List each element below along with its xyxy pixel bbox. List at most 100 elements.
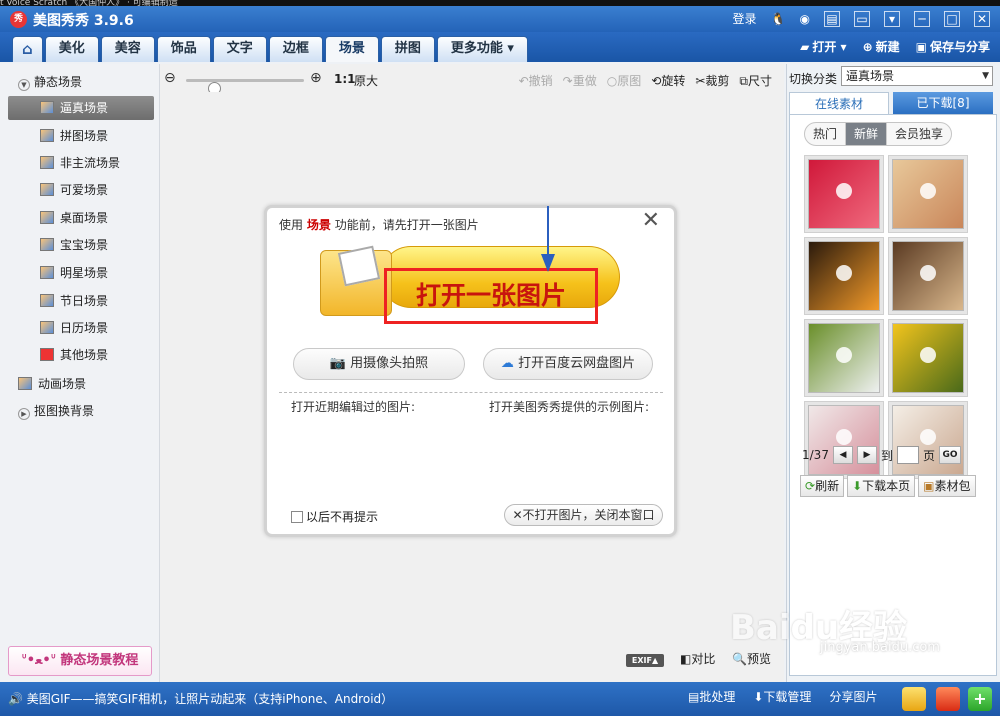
tab-home[interactable]: ⌂ <box>12 36 43 62</box>
share-image-button[interactable]: 分享图片 <box>829 688 877 705</box>
filter-hot[interactable]: 热门 <box>805 123 847 145</box>
recent-images-label: 打开近期编辑过的图片: <box>291 400 416 414</box>
skin-icon[interactable]: ▤ <box>824 10 840 27</box>
sidebar-item-alternative[interactable]: 非主流场景 <box>40 151 120 175</box>
ratio-button[interactable]: 1:1 <box>334 72 356 86</box>
refresh-button[interactable]: ⟳刷新 <box>800 475 845 497</box>
sidebar-item-realistic[interactable]: 逼真场景 <box>8 96 154 120</box>
x-icon: ✕ <box>512 508 523 522</box>
download-page-button[interactable]: ⬇下载本页 <box>847 475 916 497</box>
material-thumbnail[interactable] <box>804 319 884 397</box>
sidebar-group-cutout[interactable]: ▶ 抠图换背景 <box>18 399 94 423</box>
next-page-button[interactable]: ▶ <box>856 446 877 464</box>
tutorial-button[interactable]: ᐡ•ﻌ•ᐡ 静态场景教程 <box>8 646 152 676</box>
material-thumbnail[interactable] <box>888 319 968 397</box>
material-thumbnail[interactable] <box>888 401 968 479</box>
compare-button[interactable]: ◧对比 <box>680 650 715 667</box>
scene-icon <box>40 183 54 196</box>
save-icon: ▣ <box>915 40 927 54</box>
baidu-cloud-button[interactable]: ☁ 打开百度云网盘图片 <box>483 348 653 380</box>
tab-more[interactable]: 更多功能 ▾ <box>436 36 528 62</box>
open-button[interactable]: ▰ 打开 ▾ <box>800 38 846 55</box>
home-icon: ⌂ <box>22 40 33 58</box>
status-message[interactable]: 🔊 美图GIF——搞笑GIF相机，让照片动起来（支持iPhone、Android… <box>8 690 393 707</box>
tab-text[interactable]: 文字 <box>212 36 267 62</box>
sidebar-item-holiday[interactable]: 节日场景 <box>40 289 108 313</box>
panel-tabs: 在线素材 已下载[8] <box>789 92 997 114</box>
thumbnail-image <box>892 159 964 229</box>
material-thumbnail[interactable] <box>804 401 884 479</box>
zoom-slider[interactable] <box>186 79 304 95</box>
tab-collage[interactable]: 拼图 <box>380 36 435 62</box>
redo-button[interactable]: ↷重做 <box>563 72 597 89</box>
original-size-button[interactable]: 原大 <box>354 72 378 89</box>
category-select[interactable]: 逼真场景 ▼ <box>841 66 993 86</box>
close-button[interactable]: ✕ <box>974 10 990 27</box>
weibo-icon[interactable]: ◉ <box>800 12 810 26</box>
weibo-share-icon[interactable] <box>936 687 960 711</box>
filter-new[interactable]: 新鲜 <box>846 123 888 145</box>
close-dialog-button[interactable]: ✕不打开图片，关闭本窗口 <box>504 504 663 526</box>
crop-button[interactable]: ✂裁剪 <box>695 72 729 89</box>
sidebar-group-static[interactable]: ▼ 静态场景 <box>18 70 82 94</box>
sidebar-item-collage[interactable]: 拼图场景 <box>40 124 108 148</box>
title-bar-controls: 登录 🐧 ◉ ▤ ▭ ▾ ─ □ ✕ <box>733 10 990 27</box>
tab-accessories[interactable]: 饰品 <box>156 36 211 62</box>
page-input[interactable] <box>896 446 919 464</box>
tab-scene[interactable]: 场景 <box>324 36 379 62</box>
zoom-out-icon[interactable]: ⊖ <box>164 70 176 86</box>
tab-online-material[interactable]: 在线素材 <box>789 92 889 114</box>
material-pack-button[interactable]: ▣素材包 <box>918 475 976 497</box>
material-thumbnail[interactable] <box>888 237 968 315</box>
sidebar-item-baby[interactable]: 宝宝场景 <box>40 233 108 257</box>
tab-beautify[interactable]: 美化 <box>44 36 99 62</box>
filter-vip[interactable]: 会员独享 <box>887 123 951 145</box>
download-manager-label: 下载管理 <box>763 690 812 704</box>
open-image-button[interactable]: 打开一张图片 <box>318 206 622 324</box>
dialog-close-icon[interactable]: ✕ <box>642 210 660 232</box>
menu-icon[interactable]: ▾ <box>884 10 900 27</box>
thumbnail-image <box>808 323 880 393</box>
size-button[interactable]: ⧉尺寸 <box>739 72 772 89</box>
material-thumbnail[interactable] <box>804 237 884 315</box>
item-label: 可爱场景 <box>60 183 109 197</box>
new-button[interactable]: ⊕ 新建 <box>863 38 900 55</box>
tab-beauty[interactable]: 美容 <box>100 36 155 62</box>
material-thumbnail[interactable] <box>804 155 884 233</box>
go-button[interactable]: GO <box>938 446 961 464</box>
minimize-button[interactable]: ─ <box>914 10 930 27</box>
sidebar-group-animated[interactable]: 动画场景 <box>18 372 86 396</box>
watermark-url: jingyan.baidu.com <box>820 640 940 655</box>
sidebar-item-celebrity[interactable]: 明星场景 <box>40 261 108 285</box>
save-share-button[interactable]: ▣ 保存与分享 <box>916 38 990 55</box>
sidebar-item-other[interactable]: 其他场景 <box>40 343 108 367</box>
scene-icon <box>40 211 54 224</box>
sidebar-item-desktop[interactable]: 桌面场景 <box>40 206 108 230</box>
exif-button[interactable]: EXIF▲ <box>626 654 664 667</box>
tab-border[interactable]: 边框 <box>268 36 323 62</box>
qq-icon[interactable]: 🐧 <box>771 12 786 26</box>
add-icon[interactable]: + <box>968 687 992 711</box>
material-thumbnail[interactable] <box>888 155 968 233</box>
page-unit-label: 页 <box>922 448 935 463</box>
download-manager-button[interactable]: ⬇下载管理 <box>753 688 811 705</box>
login-link[interactable]: 登录 <box>733 10 757 27</box>
maximize-button[interactable]: □ <box>944 10 960 27</box>
no-remind-checkbox[interactable]: 以后不再提示 <box>291 508 378 525</box>
sidebar-item-calendar[interactable]: 日历场景 <box>40 316 108 340</box>
zoom-in-icon[interactable]: ⊕ <box>310 70 322 86</box>
feedback-icon[interactable]: ▭ <box>854 10 870 27</box>
star-icon[interactable] <box>902 687 926 711</box>
scissors-icon: ✂ <box>695 74 706 88</box>
rotate-button[interactable]: ⟲旋转 <box>651 72 685 89</box>
prev-page-button[interactable]: ◀ <box>832 446 853 464</box>
refresh-label: 刷新 <box>815 479 840 493</box>
preview-button[interactable]: 🔍预览 <box>732 650 771 667</box>
original-button[interactable]: ○原图 <box>607 72 642 89</box>
tab-downloaded[interactable]: 已下载[8] <box>893 92 993 114</box>
material-pack-label: 素材包 <box>934 479 971 493</box>
camera-button[interactable]: 📷 用摄像头拍照 <box>293 348 465 380</box>
sidebar-item-cute[interactable]: 可爱场景 <box>40 178 108 202</box>
batch-button[interactable]: ▤批处理 <box>688 688 735 705</box>
undo-button[interactable]: ↶撤销 <box>519 72 553 89</box>
